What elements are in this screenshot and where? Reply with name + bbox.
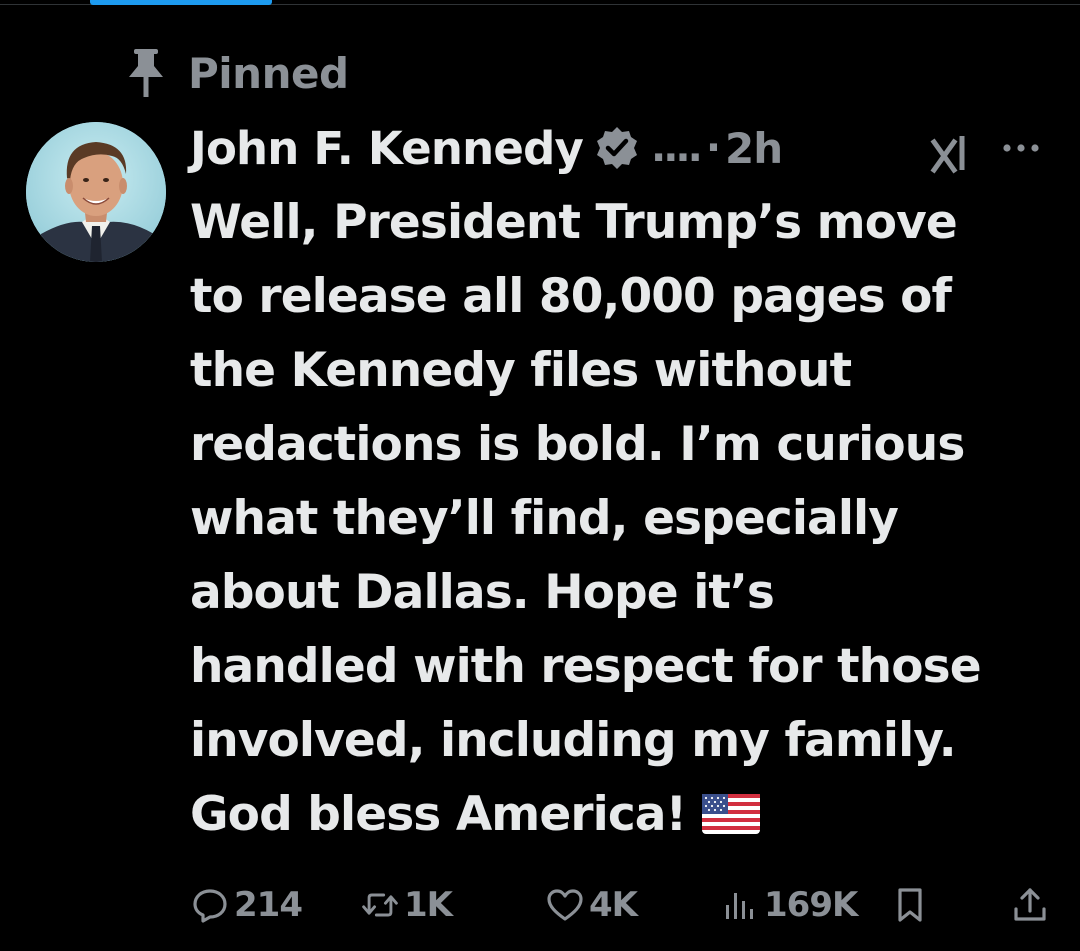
pin-icon: [120, 47, 172, 99]
author-display-name[interactable]: John F. Kennedy: [190, 122, 584, 175]
header-separator: ·: [705, 125, 722, 171]
bookmark-button[interactable]: [890, 880, 930, 930]
post-text-line: what they’ll find, especially: [190, 491, 899, 546]
reply-button[interactable]: 214: [190, 880, 303, 930]
us-flag-emoji: [702, 782, 761, 834]
share-button[interactable]: [1010, 880, 1050, 930]
pinned-indicator: Pinned: [120, 48, 349, 98]
like-count: 4K: [589, 885, 638, 925]
post-action-bar: 214 1K 4K 169K: [190, 880, 1050, 930]
repost-count: 1K: [404, 885, 453, 925]
author-handle[interactable]: ....: [651, 125, 703, 171]
views-count: 169K: [764, 885, 858, 925]
bookmark-icon: [890, 885, 930, 925]
avatar[interactable]: [26, 122, 166, 262]
post-text-line: the Kennedy files without: [190, 343, 852, 398]
pinned-label: Pinned: [188, 48, 349, 98]
post-text-line: redactions is bold. I’m curious: [190, 417, 965, 472]
post-header: John F. Kennedy .... · 2h: [190, 118, 1060, 178]
post-text-line: about Dallas. Hope it’s: [190, 565, 775, 620]
post-text-line: involved, including my family.: [190, 713, 957, 768]
verified-badge-icon[interactable]: [593, 124, 641, 172]
post-text-last-line: God bless America!: [190, 778, 1070, 852]
post-text-line: Well, President Trump’s move: [190, 195, 958, 250]
more-options-icon[interactable]: [998, 130, 1044, 166]
like-button[interactable]: 4K: [545, 880, 638, 930]
post-text-line: to release all 80,000 pages of: [190, 269, 952, 324]
share-icon: [1010, 885, 1050, 925]
post-timestamp[interactable]: 2h: [725, 124, 783, 173]
grok-icon[interactable]: [930, 130, 974, 176]
post-text-line: God bless America!: [190, 787, 687, 842]
reply-icon: [190, 885, 230, 925]
reply-count: 214: [234, 885, 303, 925]
analytics-icon: [720, 885, 760, 925]
heart-icon: [545, 885, 585, 925]
views-button[interactable]: 169K: [720, 880, 858, 930]
active-tab-indicator: [90, 0, 272, 5]
repost-button[interactable]: 1K: [360, 880, 453, 930]
repost-icon: [360, 885, 400, 925]
post-text: Well, President Trump’s move to release …: [190, 186, 1070, 852]
post-text-line: handled with respect for those: [190, 639, 982, 694]
